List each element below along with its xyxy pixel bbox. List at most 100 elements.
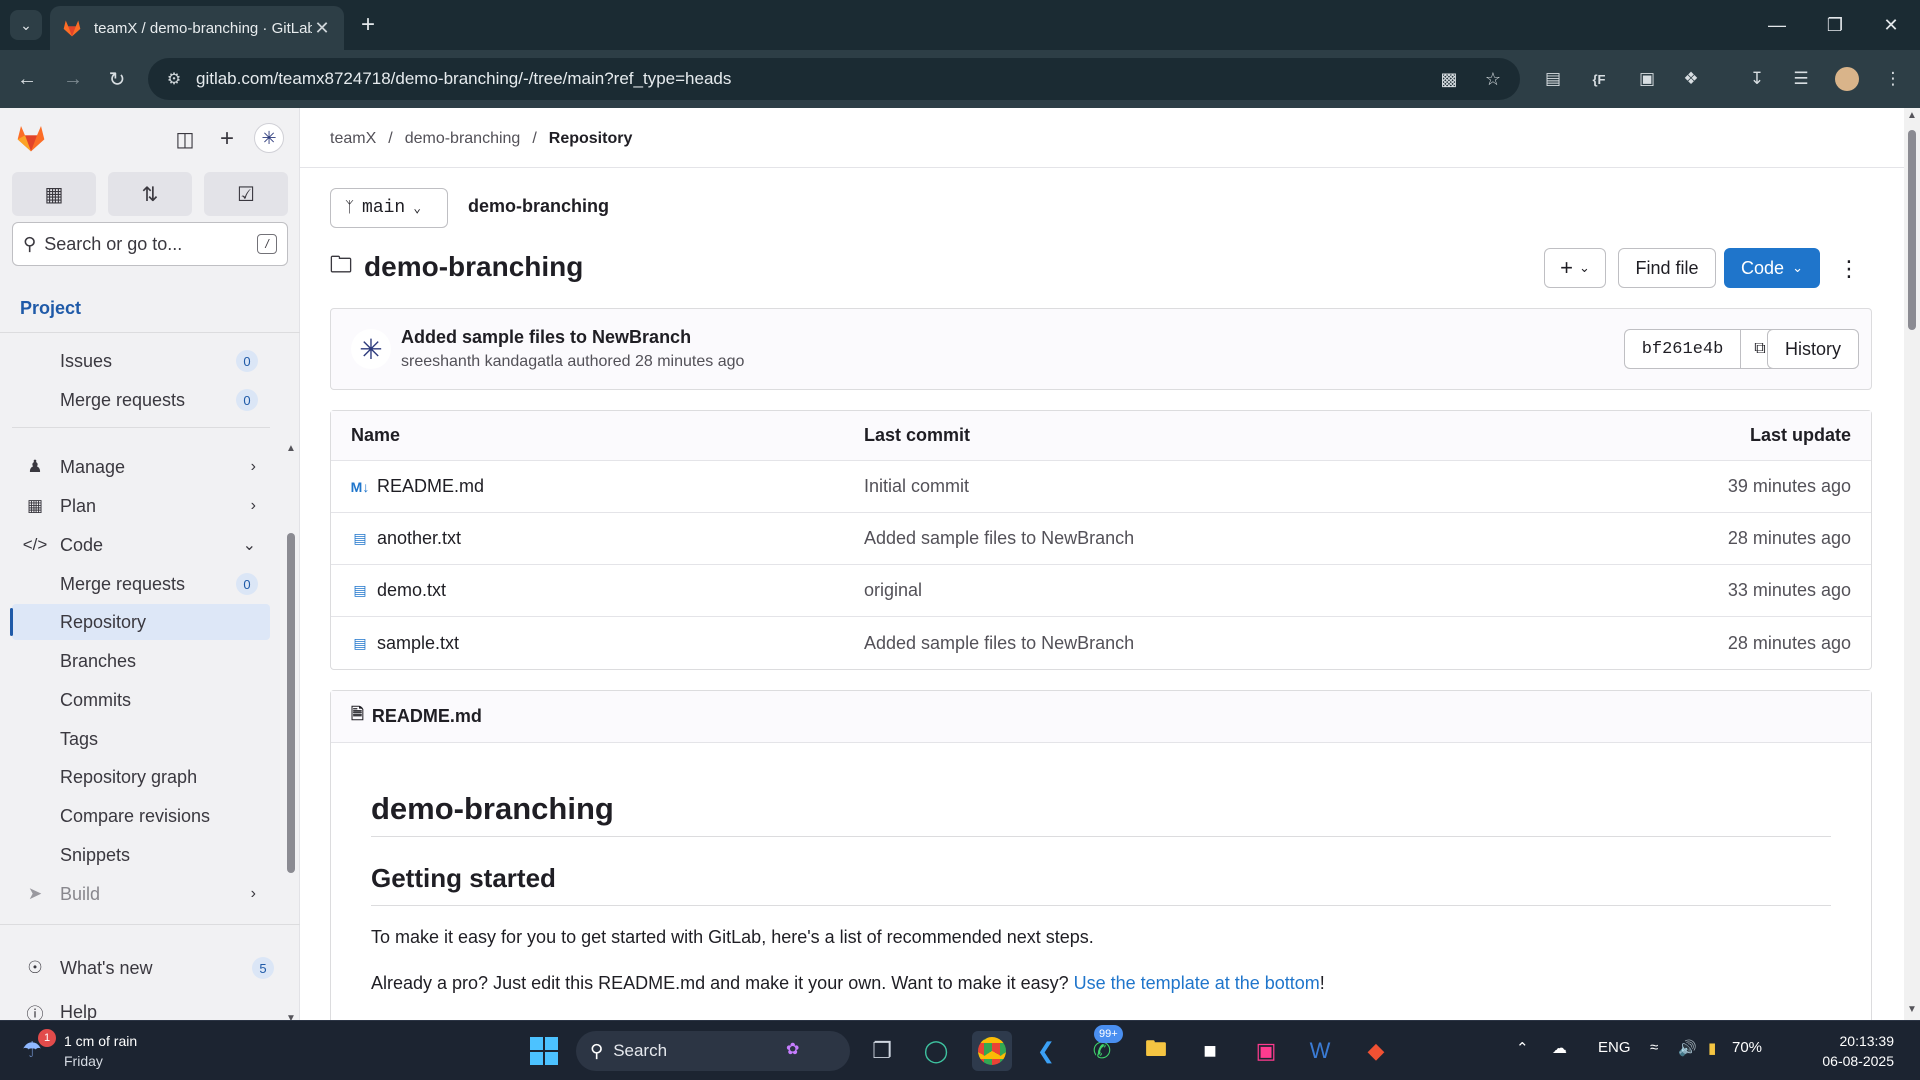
task-view-icon[interactable]: ❐ — [862, 1031, 902, 1071]
minimize-icon[interactable]: — — [1748, 0, 1806, 50]
sidebar-item-code[interactable]: </> Code ⌄ — [12, 527, 270, 563]
extension-f-icon[interactable]: {F — [1582, 62, 1616, 96]
gitlab-logo-icon[interactable] — [14, 122, 48, 154]
app-cube-icon[interactable]: ■ — [1190, 1031, 1230, 1071]
git-icon[interactable]: ◆ — [1356, 1031, 1396, 1071]
add-dropdown-button[interactable]: + ⌄ — [1544, 248, 1606, 288]
profile-avatar-icon[interactable] — [1830, 62, 1864, 96]
template-link[interactable]: Use the template at the bottom — [1074, 973, 1320, 993]
back-arrow-icon[interactable]: ← — [10, 62, 44, 96]
file-commit-link[interactable]: Added sample files to NewBranch — [864, 617, 1134, 669]
path-project-link[interactable]: demo-branching — [468, 196, 609, 217]
tab-search-chevron-icon[interactable]: ⌄ — [10, 10, 42, 40]
taskbar-search[interactable]: ⚲ Search ✿ — [576, 1031, 850, 1071]
scroll-up-icon[interactable]: ▲ — [284, 443, 298, 455]
file-name-link[interactable]: sample.txt — [377, 633, 459, 654]
file-name-link[interactable]: another.txt — [377, 528, 461, 549]
issues-counter-icon[interactable]: ▦ — [12, 172, 96, 216]
volume-icon[interactable]: 🔊 — [1678, 1039, 1697, 1057]
sidebar-item-manage[interactable]: ♟ Manage › — [12, 449, 270, 485]
sidebar-section-project[interactable]: Project — [20, 298, 81, 319]
restore-icon[interactable]: ❐ — [1806, 0, 1864, 50]
more-actions-icon[interactable]: ⋮ — [1834, 252, 1864, 286]
sidebar-item-repository[interactable]: Repository — [10, 604, 270, 640]
sidebar-item-compare-revisions[interactable]: Compare revisions — [12, 798, 270, 834]
new-tab-plus-icon[interactable]: + — [352, 10, 384, 40]
edge-browser-icon[interactable]: ◯ — [916, 1031, 956, 1071]
extension-folder-icon[interactable]: ▤ — [1536, 62, 1570, 96]
windows-start-icon[interactable] — [524, 1031, 564, 1071]
weather-widget[interactable]: ☂ 1 1 cm of rain Friday — [22, 1029, 182, 1073]
address-url[interactable]: gitlab.com/teamx8724718/demo-branching/-… — [196, 69, 1432, 89]
window-close-icon[interactable]: ✕ — [1862, 0, 1920, 50]
chrome-browser-icon[interactable] — [972, 1031, 1012, 1071]
language-indicator[interactable]: ENG — [1598, 1039, 1631, 1056]
collapse-sidebar-icon[interactable]: ◫ — [168, 122, 202, 156]
readme-file-link[interactable]: README.md — [372, 706, 482, 727]
sidebar-item-snippets[interactable]: Snippets — [12, 837, 270, 873]
reload-icon[interactable]: ↻ — [100, 62, 134, 96]
intellij-icon[interactable]: ▣ — [1246, 1031, 1286, 1071]
battery-icon[interactable]: ▮ — [1708, 1039, 1716, 1057]
extension-screen-icon[interactable]: ▣ — [1630, 62, 1664, 96]
commit-message[interactable]: Added sample files to NewBranch — [401, 327, 691, 348]
table-row[interactable]: ▤ another.txt Added sample files to NewBr… — [331, 513, 1871, 565]
extensions-puzzle-icon[interactable]: ❖ — [1674, 62, 1708, 96]
browser-menu-icon[interactable]: ⋮ — [1876, 62, 1910, 96]
breadcrumb-project[interactable]: demo-branching — [405, 130, 521, 148]
page-scrollbar[interactable]: ▲ ▼ — [1904, 108, 1920, 1020]
tab-close-icon[interactable]: ✕ — [312, 18, 332, 39]
todo-counter-icon[interactable]: ☑ — [204, 172, 288, 216]
sidebar-item-repository-graph[interactable]: Repository graph — [12, 759, 270, 795]
sidebar-item-issues[interactable]: Issues 0 — [12, 343, 270, 379]
history-button[interactable]: History — [1767, 329, 1859, 369]
search-input[interactable]: ⚲ Search or go to... / — [12, 222, 288, 266]
code-dropdown-button[interactable]: Code ⌄ — [1724, 248, 1820, 288]
install-app-icon[interactable]: ▩ — [1432, 62, 1466, 96]
scrollbar-thumb[interactable] — [1908, 130, 1916, 330]
sidebar-item-merge-requests[interactable]: Merge requests 0 — [12, 382, 270, 418]
scrollbar-thumb[interactable] — [287, 533, 295, 873]
sidebar-item-tags[interactable]: Tags — [12, 721, 270, 757]
breadcrumb-repository[interactable]: Repository — [549, 130, 633, 148]
find-file-button[interactable]: Find file — [1618, 248, 1716, 288]
onedrive-icon[interactable]: ☁ — [1552, 1039, 1567, 1057]
sidebar-item-branches[interactable]: Branches — [12, 643, 270, 679]
forward-arrow-icon[interactable]: → — [56, 62, 90, 96]
create-new-plus-icon[interactable]: + — [210, 122, 244, 156]
file-name-link[interactable]: README.md — [377, 476, 484, 497]
word-icon[interactable]: W — [1300, 1031, 1340, 1071]
scroll-up-icon[interactable]: ▲ — [1904, 110, 1920, 121]
commit-author[interactable]: sreeshanth kandagatla — [401, 353, 563, 370]
file-commit-link[interactable]: original — [864, 565, 922, 616]
branch-selector[interactable]: ᛉ main ⌄ — [330, 188, 448, 228]
address-bar[interactable]: ⚙ gitlab.com/teamx8724718/demo-branching… — [148, 58, 1520, 100]
merge-requests-counter-icon[interactable]: ⇅ — [108, 172, 192, 216]
sidebar-scrollbar[interactable]: ▲ ▼ — [284, 443, 298, 1024]
scroll-down-icon[interactable]: ▼ — [1904, 1004, 1920, 1015]
browser-tab-active[interactable]: teamX / demo-branching · GitLab ✕ — [50, 6, 344, 50]
file-commit-link[interactable]: Initial commit — [864, 461, 969, 512]
media-control-icon[interactable]: ☰ — [1784, 62, 1818, 96]
file-explorer-icon[interactable]: 🖿 — [1136, 1031, 1176, 1071]
bookmark-star-icon[interactable]: ☆ — [1476, 62, 1510, 96]
breadcrumb-teamx[interactable]: teamX — [330, 130, 376, 148]
sidebar-item-whats-new[interactable]: ☉ What's new 5 — [12, 950, 274, 986]
table-row[interactable]: M↓ README.md Initial commit 39 minutes ag… — [331, 461, 1871, 513]
sidebar-item-build[interactable]: ➤ Build › — [12, 876, 270, 912]
show-hidden-icons-icon[interactable]: ⌃ — [1516, 1039, 1529, 1057]
file-name-link[interactable]: demo.txt — [377, 580, 446, 601]
sidebar-item-commits[interactable]: Commits — [12, 682, 270, 718]
table-row[interactable]: ▤ sample.txt Added sample files to NewBra… — [331, 617, 1871, 669]
downloads-icon[interactable]: ↧ — [1740, 62, 1774, 96]
wifi-icon[interactable]: ≈ — [1650, 1039, 1658, 1056]
commit-sha[interactable]: bf261e4b — [1624, 329, 1740, 369]
sidebar-item-plan[interactable]: ▦ Plan › — [12, 488, 270, 524]
file-commit-link[interactable]: Added sample files to NewBranch — [864, 513, 1134, 564]
sidebar-item-code-merge-requests[interactable]: Merge requests 0 — [12, 566, 270, 602]
user-avatar-icon[interactable]: ✳ — [254, 123, 284, 153]
system-clock[interactable]: 20:13:39 06-08-2025 — [1804, 1031, 1894, 1071]
vscode-icon[interactable]: ❮ — [1026, 1031, 1066, 1071]
site-info-icon[interactable]: ⚙ — [162, 67, 186, 91]
author-avatar[interactable]: ✳ — [351, 329, 391, 369]
